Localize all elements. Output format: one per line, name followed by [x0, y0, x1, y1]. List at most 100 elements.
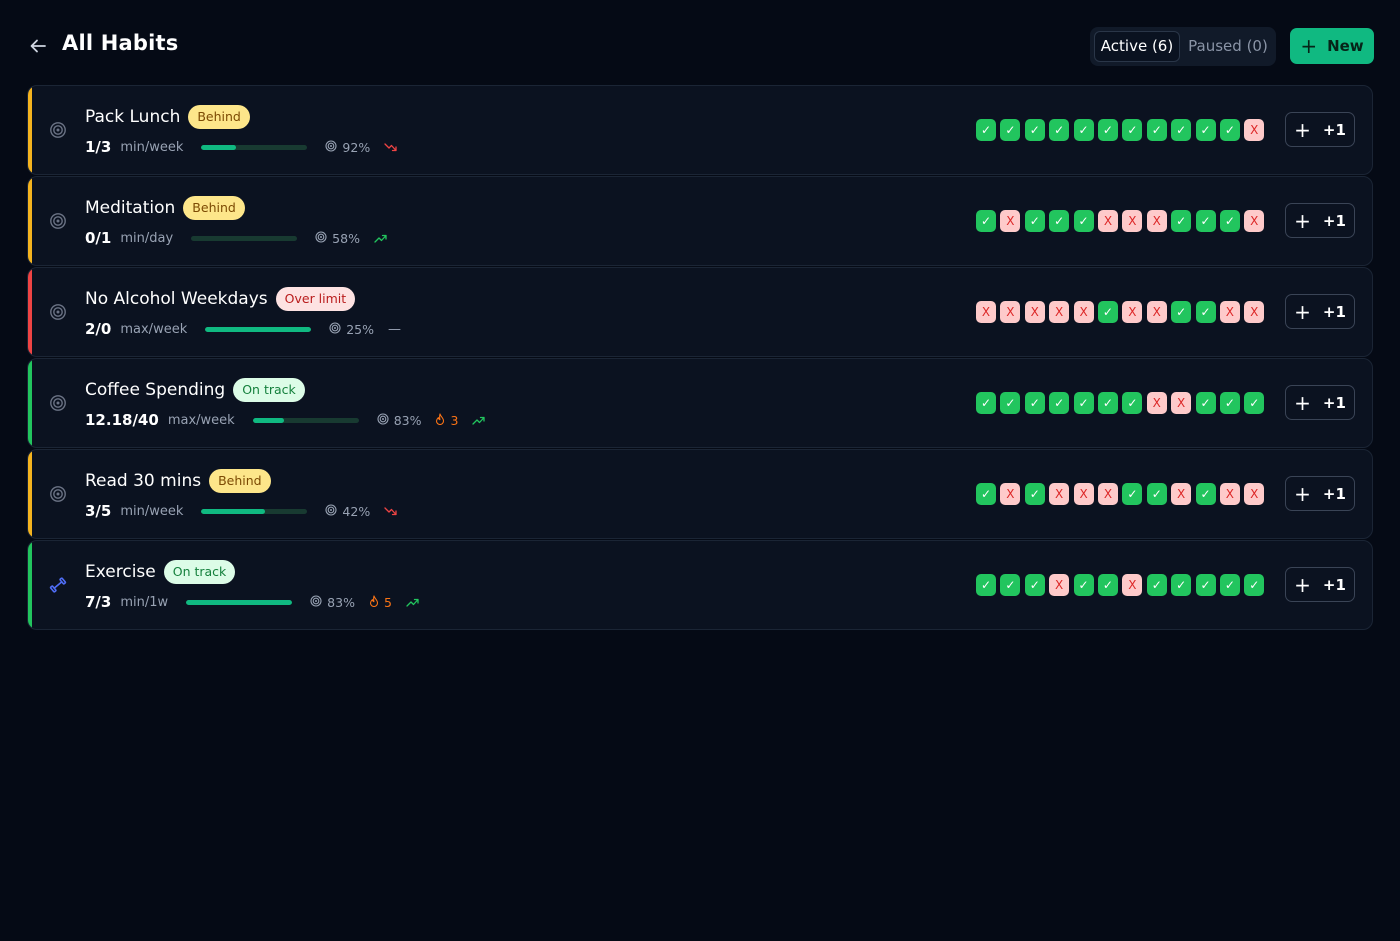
day-cell[interactable]: ✓ [1073, 119, 1094, 141]
day-cell[interactable]: ✓ [976, 483, 996, 505]
day-cell[interactable]: X [1000, 483, 1021, 505]
progress-fill [205, 326, 312, 332]
day-cell[interactable]: ✓ [1171, 301, 1192, 323]
day-cell[interactable]: X [1073, 483, 1094, 505]
increment-button[interactable]: + +1 [1285, 385, 1355, 420]
day-cell[interactable]: ✓ [976, 119, 996, 141]
day-cell[interactable]: ✓ [1146, 483, 1167, 505]
day-cell[interactable]: ✓ [976, 210, 996, 232]
target-icon [48, 120, 68, 140]
day-cell[interactable]: ✓ [1219, 210, 1240, 232]
day-cell[interactable]: X [1024, 301, 1045, 323]
day-cell[interactable]: ✓ [1122, 483, 1143, 505]
day-cell[interactable]: X [1122, 574, 1143, 596]
day-cell[interactable]: ✓ [1024, 574, 1045, 596]
day-cell[interactable]: X [1097, 483, 1118, 505]
history-grid: ✓ ✓ ✓ ✓ ✓ ✓ ✓ ✓ ✓ ✓ ✓ X [976, 119, 1265, 141]
day-cell[interactable]: ✓ [1171, 574, 1192, 596]
day-cell[interactable]: ✓ [1000, 119, 1021, 141]
day-cell[interactable]: ✓ [1000, 574, 1021, 596]
day-cell[interactable]: ✓ [1219, 574, 1240, 596]
trend-down-icon [384, 142, 397, 152]
increment-button[interactable]: + +1 [1285, 567, 1355, 602]
day-cell[interactable]: X [1049, 574, 1070, 596]
day-cell[interactable]: ✓ [1097, 574, 1118, 596]
back-arrow-icon[interactable] [26, 34, 50, 58]
habit-card[interactable]: Pack Lunch Behind 1/3 min/week 92% ✓ ✓ ✓ ✓ ✓ ✓ ✓ ✓ ✓ ✓… [27, 85, 1373, 175]
day-cell[interactable]: ✓ [1097, 392, 1118, 414]
day-cell[interactable]: ✓ [1195, 392, 1216, 414]
day-cell[interactable]: X [1122, 301, 1143, 323]
day-cell[interactable]: ✓ [1195, 574, 1216, 596]
day-cell[interactable]: X [1244, 210, 1265, 232]
day-cell[interactable]: ✓ [1073, 210, 1094, 232]
day-cell[interactable]: X [1073, 301, 1094, 323]
trend-up-icon [374, 234, 387, 243]
day-cell[interactable]: ✓ [1219, 392, 1240, 414]
tab-paused[interactable]: Paused (0) [1184, 31, 1272, 62]
day-cell[interactable]: ✓ [1195, 119, 1216, 141]
day-cell[interactable]: X [1244, 483, 1265, 505]
day-cell[interactable]: ✓ [1024, 483, 1045, 505]
progress-fill [201, 144, 237, 150]
habit-card[interactable]: No Alcohol Weekdays Over limit 2/0 max/week… [27, 267, 1373, 357]
day-cell[interactable]: ✓ [1171, 210, 1192, 232]
plus-icon: + [1294, 117, 1311, 142]
day-cell[interactable]: ✓ [1024, 119, 1045, 141]
day-cell[interactable]: ✓ [1073, 574, 1094, 596]
habit-card[interactable]: Read 30 mins Behind 3/5 min/week 42% ✓ X ✓ X X X ✓ ✓… [27, 449, 1373, 539]
day-cell[interactable]: ✓ [1097, 119, 1118, 141]
day-cell[interactable]: X [976, 301, 996, 323]
day-cell[interactable]: ✓ [1024, 210, 1045, 232]
day-cell[interactable]: X [1097, 210, 1118, 232]
day-cell[interactable]: X [1000, 210, 1021, 232]
increment-button[interactable]: + +1 [1285, 203, 1355, 238]
day-cell[interactable]: X [1122, 210, 1143, 232]
habit-card[interactable]: Exercise On track 7/3 min/1w 83% 5 ✓ ✓ ✓ X ✓ ✓ X ✓ ✓ ✓ ✓… [27, 540, 1373, 630]
day-cell[interactable]: X [1049, 483, 1070, 505]
day-cell[interactable]: ✓ [1219, 119, 1240, 141]
completion-percent: 83% [393, 412, 422, 428]
day-cell[interactable]: ✓ [976, 392, 996, 414]
day-cell[interactable]: ✓ [1049, 210, 1070, 232]
day-cell[interactable]: X [1146, 210, 1167, 232]
increment-button[interactable]: + +1 [1285, 476, 1355, 511]
day-cell[interactable]: ✓ [1122, 392, 1143, 414]
day-cell[interactable]: ✓ [976, 574, 996, 596]
day-cell[interactable]: ✓ [1049, 119, 1070, 141]
day-cell[interactable]: ✓ [1195, 483, 1216, 505]
day-cell[interactable]: ✓ [1244, 574, 1265, 596]
day-cell[interactable]: ✓ [1122, 119, 1143, 141]
day-cell[interactable]: ✓ [1000, 392, 1021, 414]
day-cell[interactable]: ✓ [1195, 210, 1216, 232]
day-cell[interactable]: ✓ [1244, 392, 1265, 414]
day-cell[interactable]: X [1049, 301, 1070, 323]
habit-card[interactable]: Meditation Behind 0/1 min/day 58% ✓ X ✓ ✓ ✓ X X X ✓ ✓ ✓… [27, 176, 1373, 266]
day-cell[interactable]: X [1244, 119, 1265, 141]
day-cell[interactable]: ✓ [1024, 392, 1045, 414]
day-cell[interactable]: X [1146, 301, 1167, 323]
day-cell[interactable]: X [1219, 301, 1240, 323]
day-cell[interactable]: X [1171, 483, 1192, 505]
progress-fill [252, 417, 285, 423]
day-cell[interactable]: ✓ [1097, 301, 1118, 323]
day-cell[interactable]: ✓ [1073, 392, 1094, 414]
increment-button[interactable]: + +1 [1285, 294, 1355, 329]
habit-card[interactable]: Coffee Spending On track 12.18/40 max/week 8… [27, 358, 1373, 448]
habit-count: 12.18/40 [85, 411, 159, 429]
increment-button[interactable]: + +1 [1285, 112, 1355, 147]
day-cell[interactable]: ✓ [1195, 301, 1216, 323]
day-cell[interactable]: X [1000, 301, 1021, 323]
habit-name: Exercise [85, 562, 156, 582]
day-cell[interactable]: X [1146, 392, 1167, 414]
day-cell[interactable]: ✓ [1171, 119, 1192, 141]
day-cell[interactable]: X [1219, 483, 1240, 505]
day-cell[interactable]: X [1244, 301, 1265, 323]
day-cell[interactable]: ✓ [1146, 119, 1167, 141]
day-cell[interactable]: X [1171, 392, 1192, 414]
day-cell[interactable]: ✓ [1049, 392, 1070, 414]
new-habit-button[interactable]: + New [1290, 28, 1374, 64]
completion-percent: 25% [346, 321, 375, 337]
day-cell[interactable]: ✓ [1146, 574, 1167, 596]
tab-active[interactable]: Active (6) [1094, 31, 1180, 62]
